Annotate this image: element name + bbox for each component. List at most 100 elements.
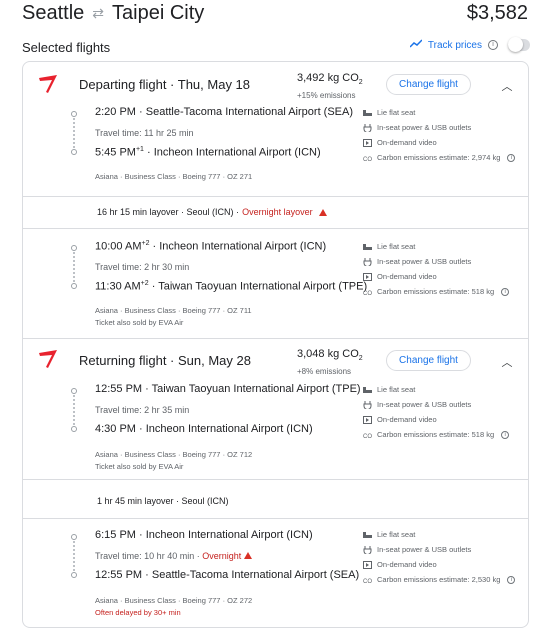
arrival-stop: 5:45 PM+1 · Incheon International Airpor… — [95, 146, 321, 159]
collapse-departing-icon[interactable]: ︿ — [501, 78, 513, 94]
departure-stop: 12:55 PM · Taiwan Taoyuan International … — [95, 383, 361, 395]
returning-flight-card: Returning flight · Sun, May 28 3,048 kg … — [22, 339, 529, 628]
power-plug-icon — [363, 257, 372, 266]
info-icon[interactable]: i — [507, 575, 516, 584]
collapse-returning-icon[interactable]: ︿ — [501, 354, 513, 370]
overnight-warning: Overnight — [202, 551, 242, 561]
returning-co2: 3,048 kg CO2 +8% emissions — [297, 348, 363, 378]
swap-arrows-icon[interactable]: ⇄ — [92, 5, 104, 22]
origin-city: Seattle — [22, 2, 85, 24]
amenity-label: Lie flat seat — [377, 530, 416, 539]
arrival-airport: Taiwan Taoyuan International Airport (TP… — [158, 280, 368, 293]
video-icon — [363, 272, 372, 281]
departure-time: 2:20 PM — [95, 106, 136, 118]
video-icon — [363, 138, 372, 147]
destination-city: Taipei City — [112, 2, 205, 24]
departure-stop: 2:20 PM · Seattle-Tacoma International A… — [95, 106, 354, 118]
layover-info: 16 hr 15 min layover · Seoul (ICN) · Ove… — [97, 207, 327, 217]
amenity-label: On-demand video — [377, 415, 437, 424]
divider — [23, 196, 528, 197]
day-offset: +2 — [140, 280, 149, 287]
amenity-label: In-seat power & USB outlets — [377, 400, 472, 409]
arrival-time: 12:55 PM — [95, 569, 143, 581]
returning-flight-title: Returning flight · Sun, May 28 — [79, 353, 251, 368]
amenity-emissions: CO Carbon emissions estimate: 518 kg i — [363, 287, 510, 296]
change-returning-flight-button[interactable]: Change flight — [386, 350, 471, 371]
departing-flight-title: Departing flight · Thu, May 18 — [79, 77, 251, 92]
arrival-airport: Seattle-Tacoma International Airport (SE… — [151, 569, 360, 581]
track-prices-label: Track prices — [427, 39, 482, 51]
asiana-logo-icon — [39, 75, 57, 93]
info-icon[interactable]: i — [507, 153, 516, 162]
amenity-label: Lie flat seat — [377, 242, 416, 251]
amenity-label: On-demand video — [377, 560, 437, 569]
travel-time: Travel time: 2 hr 30 min — [95, 262, 190, 272]
also-sold-by: Ticket also sold by EVA Air — [95, 318, 184, 327]
emissions-delta: +8% emissions — [297, 367, 352, 377]
divider — [23, 479, 528, 480]
arrival-time: 11:30 AM — [95, 280, 141, 293]
arrival-stop: 11:30 AM+2 · Taiwan Taoyuan Internationa… — [95, 280, 368, 293]
info-icon[interactable]: i — [501, 430, 510, 439]
arrival-dot — [71, 283, 77, 289]
co2-icon: CO — [363, 288, 372, 296]
flight-details: Asiana · Business Class · Boeing 777 · O… — [95, 596, 253, 605]
amenity-video: On-demand video — [363, 138, 437, 147]
svg-text:CO: CO — [363, 291, 372, 296]
route-line — [73, 395, 75, 425]
departure-dot — [71, 388, 77, 394]
travel-time: Travel time: 10 hr 40 min · Overnight — [95, 551, 253, 561]
arrival-dot — [71, 149, 77, 155]
co2-value: 3,048 kg CO — [297, 348, 359, 360]
video-icon — [363, 415, 372, 424]
divider — [23, 228, 528, 229]
departure-time: 6:15 PM — [95, 529, 136, 541]
seat-icon — [363, 109, 372, 117]
amenity-label: In-seat power & USB outlets — [377, 545, 472, 554]
track-prices[interactable]: Track prices i — [409, 37, 530, 52]
total-price: $3,582 — [466, 2, 528, 24]
power-plug-icon — [363, 123, 372, 132]
arrival-stop: 12:55 PM · Seattle-Tacoma International … — [95, 569, 360, 581]
warning-icon — [244, 552, 253, 559]
amenity-label: Lie flat seat — [377, 385, 416, 394]
change-departing-flight-button[interactable]: Change flight — [386, 74, 471, 95]
seat-icon — [363, 243, 372, 251]
info-icon[interactable]: i — [488, 40, 498, 50]
info-icon[interactable]: i — [501, 287, 510, 296]
day-offset: +1 — [135, 146, 144, 153]
svg-text:CO: CO — [363, 157, 372, 162]
amenity-label: Carbon emissions estimate: 2,530 kg — [377, 575, 501, 584]
route-line — [73, 252, 75, 282]
co2-icon: CO — [363, 154, 372, 162]
amenity-emissions: CO Carbon emissions estimate: 2,974 kg i — [363, 153, 516, 162]
delay-warning: Often delayed by 30+ min — [95, 608, 181, 617]
amenity-power: In-seat power & USB outlets — [363, 257, 471, 266]
flight-details: Asiana · Business Class · Boeing 777 · O… — [95, 450, 253, 459]
layover-info: 1 hr 45 min layover · Seoul (ICN) — [97, 496, 229, 506]
amenity-video: On-demand video — [363, 272, 437, 281]
amenity-label: In-seat power & USB outlets — [377, 257, 472, 266]
warning-icon — [318, 208, 327, 216]
amenity-emissions: CO Carbon emissions estimate: 518 kg i — [363, 430, 510, 439]
amenity-label: In-seat power & USB outlets — [377, 123, 472, 132]
departure-dot — [71, 245, 77, 251]
departure-dot — [71, 534, 77, 540]
seat-icon — [363, 386, 372, 394]
svg-text:CO: CO — [363, 434, 372, 439]
header: Seattle ⇄ Taipei City $3,582 — [22, 2, 528, 30]
amenity-lie-flat: Lie flat seat — [363, 530, 415, 539]
travel-time: Travel time: 11 hr 25 min — [95, 128, 194, 138]
departure-airport: Seattle-Tacoma International Airport (SE… — [145, 106, 354, 118]
trend-icon — [409, 39, 423, 51]
selected-flights-title: Selected flights — [22, 40, 111, 55]
amenity-lie-flat: Lie flat seat — [363, 242, 415, 251]
layover-text: 16 hr 15 min layover · Seoul (ICN) · — [97, 207, 240, 217]
departure-airport: Incheon International Airport (ICN) — [159, 240, 327, 253]
svg-text:CO: CO — [363, 579, 372, 584]
amenity-video: On-demand video — [363, 415, 437, 424]
track-prices-toggle[interactable] — [508, 37, 530, 52]
overnight-layover-warning: Overnight layover — [242, 207, 313, 217]
arrival-dot — [71, 426, 77, 432]
divider — [23, 518, 528, 519]
